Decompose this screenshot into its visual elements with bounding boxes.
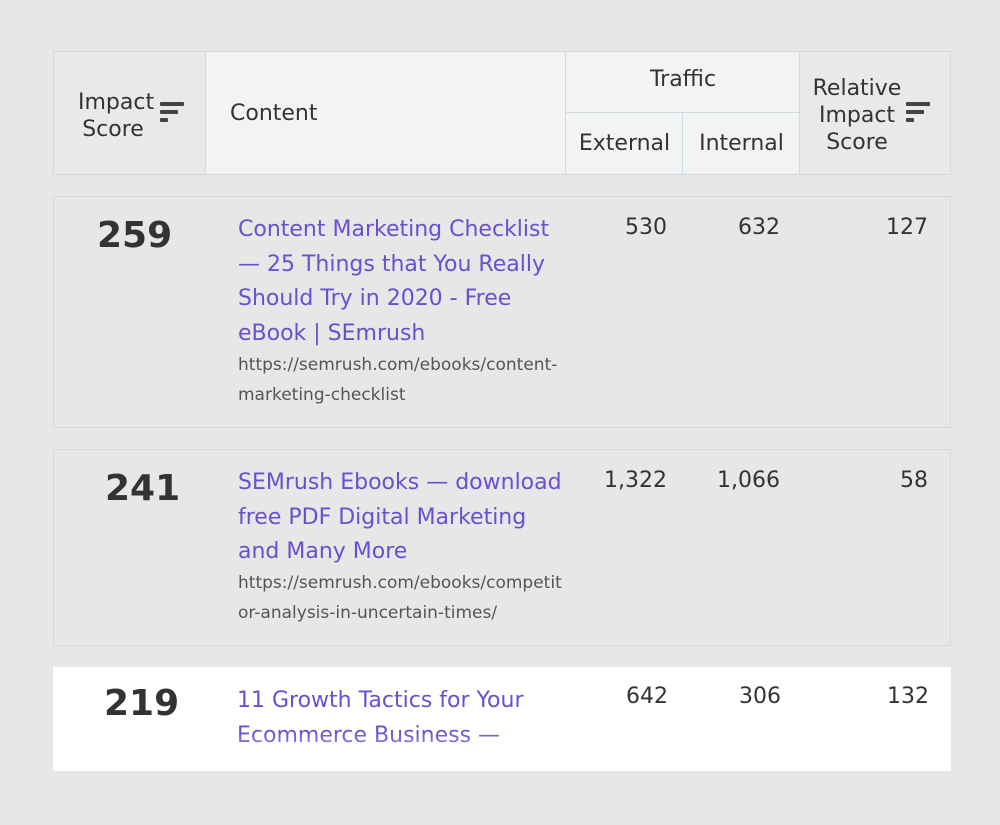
table-header: Impact Score Content Traffic External In… bbox=[53, 51, 951, 175]
relative-impact-score-header-label: Relative Impact Score bbox=[812, 76, 902, 155]
internal-header-label: Internal bbox=[699, 131, 784, 156]
fade-overlay bbox=[53, 731, 951, 771]
relative-impact-score: 127 bbox=[886, 215, 928, 240]
table-row: 219 11 Growth Tactics for Your Ecommerce… bbox=[53, 667, 951, 771]
traffic-header-label: Traffic bbox=[649, 67, 717, 92]
impact-score: 241 bbox=[105, 468, 181, 509]
internal-traffic: 632 bbox=[738, 215, 780, 240]
relative-impact-score: 132 bbox=[887, 684, 929, 709]
content-url: https://semrush.com/ebooks/content-marke… bbox=[238, 355, 558, 405]
table-row: 241 SEMrush Ebooks — download free PDF D… bbox=[53, 449, 951, 646]
internal-traffic: 306 bbox=[739, 684, 781, 709]
external-header[interactable]: External bbox=[566, 113, 683, 174]
internal-header[interactable]: Internal bbox=[683, 113, 800, 174]
external-header-label: External bbox=[578, 131, 671, 156]
content-title-link[interactable]: SEMrush Ebooks — download free PDF Digit… bbox=[238, 466, 568, 570]
relative-impact-score: 58 bbox=[900, 468, 928, 493]
external-traffic: 530 bbox=[625, 215, 667, 240]
impact-score: 219 bbox=[104, 683, 180, 724]
internal-traffic: 1,066 bbox=[717, 468, 780, 493]
table-row: 259 Content Marketing Checklist — 25 Thi… bbox=[53, 196, 951, 428]
content-header-label: Content bbox=[230, 101, 318, 126]
sort-icon[interactable] bbox=[160, 102, 184, 124]
impact-score: 259 bbox=[97, 215, 173, 256]
relative-impact-score-header[interactable]: Relative Impact Score bbox=[800, 52, 950, 174]
impact-score-header-label: Impact Score bbox=[78, 90, 155, 142]
impact-score-header[interactable]: Impact Score bbox=[54, 52, 206, 174]
content-header: Content bbox=[206, 52, 566, 174]
traffic-header: Traffic bbox=[566, 52, 800, 113]
content-url: https://semrush.com/ebooks/competitor-an… bbox=[238, 573, 562, 623]
sort-icon[interactable] bbox=[906, 102, 930, 124]
external-traffic: 1,322 bbox=[604, 468, 667, 493]
content-title-link[interactable]: Content Marketing Checklist — 25 Things … bbox=[238, 213, 568, 351]
external-traffic: 642 bbox=[626, 684, 668, 709]
